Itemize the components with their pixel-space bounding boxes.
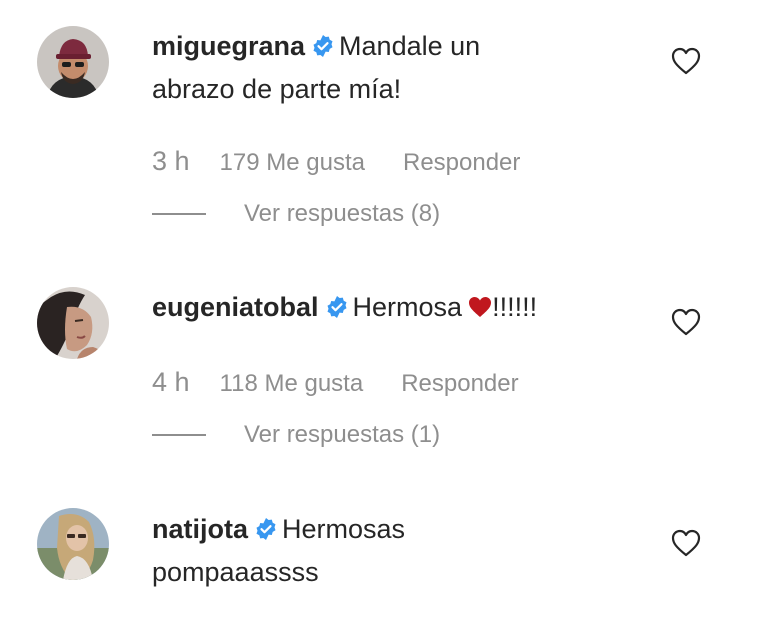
- verified-badge-icon: [256, 518, 276, 540]
- timestamp[interactable]: 3 h: [152, 146, 190, 177]
- comment-body-suffix: !!!!!!: [492, 292, 538, 322]
- username[interactable]: eugeniatobal: [152, 292, 319, 322]
- likes-count[interactable]: 118 Me gusta: [220, 370, 364, 398]
- avatar-miguegrana[interactable]: [37, 26, 109, 98]
- comment-body-line2: abrazo de parte mía!: [152, 74, 402, 104]
- view-replies[interactable]: Ver respuestas (8): [152, 200, 440, 228]
- red-heart-emoji: [469, 297, 492, 317]
- reply-button[interactable]: Responder: [401, 370, 518, 398]
- view-replies[interactable]: Ver respuestas (1): [152, 421, 440, 449]
- like-button[interactable]: [670, 307, 702, 337]
- like-button[interactable]: [670, 46, 702, 76]
- comment-body: Mandale un: [339, 31, 481, 61]
- avatar-eugeniatobal[interactable]: [37, 287, 109, 359]
- heart-outline-icon: [671, 47, 701, 75]
- view-replies-label[interactable]: Ver respuestas (8): [244, 200, 440, 228]
- view-replies-label[interactable]: Ver respuestas (1): [244, 421, 440, 449]
- comment-body: Hermosa: [352, 292, 463, 322]
- likes-count[interactable]: 179 Me gusta: [220, 149, 365, 177]
- username[interactable]: natijota: [152, 514, 248, 544]
- heart-outline-icon: [671, 308, 701, 336]
- comment-text: miguegrana Mandale un abrazo de parte mía…: [152, 25, 612, 111]
- avatar-natijota[interactable]: [37, 508, 109, 580]
- timestamp[interactable]: 4 h: [152, 367, 190, 398]
- comment-meta: 3 h 179 Me gusta Responder: [152, 146, 520, 177]
- heart-outline-icon: [671, 529, 701, 557]
- divider-line: [152, 213, 206, 215]
- comment-meta: 4 h 118 Me gusta Responder: [152, 367, 519, 398]
- comment-body: Hermosas: [282, 514, 406, 544]
- verified-badge-icon: [313, 35, 333, 57]
- comment-body-line2: pompaaassss: [152, 557, 319, 587]
- comment-text: natijota Hermosas pompaaassss: [152, 508, 612, 594]
- divider-line: [152, 434, 206, 436]
- username[interactable]: miguegrana: [152, 31, 305, 61]
- comment-text: eugeniatobal Hermosa!!!!!!: [152, 286, 612, 329]
- like-button[interactable]: [670, 528, 702, 558]
- verified-badge-icon: [327, 296, 347, 318]
- reply-button[interactable]: Responder: [403, 149, 520, 177]
